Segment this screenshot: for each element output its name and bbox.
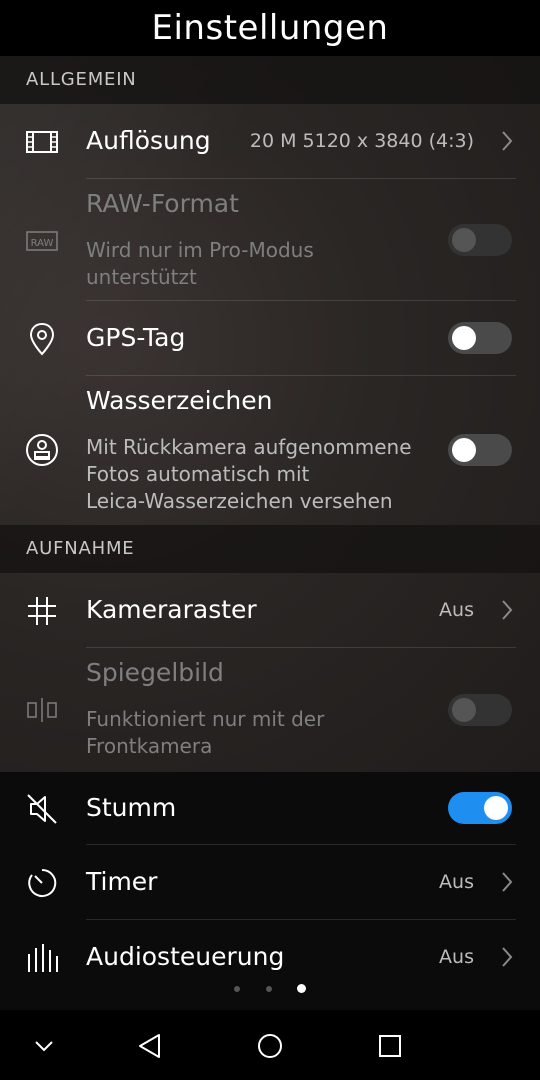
setting-description-line1: Funktioniert nur mit der — [86, 707, 325, 731]
resolution-frame-icon — [26, 131, 58, 153]
raw-toggle — [448, 224, 512, 256]
svg-text:RAW: RAW — [31, 238, 54, 249]
setting-description-line1: Wird nur im Pro-Modus — [86, 238, 314, 262]
setting-resolution[interactable]: Auflösung 20 M 5120 x 3840 (4:3) — [0, 104, 540, 179]
home-circle-icon[interactable] — [252, 1028, 288, 1064]
section-label: AUFNAHME — [26, 538, 135, 559]
setting-value: 20 M 5120 x 3840 (4:3) — [249, 130, 474, 152]
setting-label: Wasserzeichen — [86, 386, 273, 415]
system-navigation-bar — [0, 1010, 540, 1080]
setting-raw-format: RAW RAW-Format Wird nur im Pro-Modus unt… — [0, 179, 540, 301]
section-label: ALLGEMEIN — [26, 69, 137, 90]
audio-bars-icon — [28, 944, 58, 972]
back-triangle-icon[interactable] — [132, 1028, 168, 1064]
timer-icon — [28, 868, 57, 897]
chevron-right-icon — [502, 131, 513, 151]
toggle-knob — [484, 796, 508, 820]
setting-watermark[interactable]: Wasserzeichen Mit Rückkamera aufgenommen… — [0, 376, 540, 525]
setting-value: Aus — [439, 946, 474, 968]
setting-label: RAW-Format — [86, 189, 239, 218]
chevron-right-icon — [502, 947, 513, 967]
page-dot-active — [296, 984, 306, 993]
setting-label: Kameraraster — [86, 595, 257, 624]
mirror-toggle — [448, 694, 512, 726]
setting-timer[interactable]: Timer Aus — [0, 845, 540, 920]
setting-gps-tag[interactable]: GPS-Tag — [0, 301, 540, 376]
chevron-right-icon — [502, 600, 513, 620]
setting-description-line1: Mit Rückkamera aufgenommene — [86, 435, 412, 459]
setting-value: Aus — [439, 599, 474, 621]
setting-camera-grid[interactable]: Kameraraster Aus — [0, 573, 540, 648]
setting-mirror: Spiegelbild Funktioniert nur mit der Fro… — [0, 648, 540, 772]
watermark-toggle[interactable] — [448, 434, 512, 466]
grid-icon — [28, 597, 56, 625]
setting-description-line2: unterstützt — [86, 265, 197, 289]
toggle-knob — [452, 438, 476, 462]
setting-label: Stumm — [86, 793, 177, 822]
setting-label: Spiegelbild — [86, 658, 224, 687]
setting-label: GPS-Tag — [86, 323, 186, 352]
toggle-knob — [452, 228, 476, 252]
setting-label: Timer — [86, 867, 158, 896]
setting-mute[interactable]: Stumm — [0, 772, 540, 845]
page-dot — [265, 985, 272, 992]
raw-icon: RAW — [26, 231, 58, 251]
section-header-general: ALLGEMEIN — [0, 56, 540, 104]
stamp-icon — [26, 434, 58, 466]
mute-toggle[interactable] — [448, 792, 512, 824]
chevron-right-icon — [502, 872, 513, 892]
page-header: Einstellungen — [0, 0, 540, 56]
setting-description-line2: Fotos automatisch mit — [86, 462, 310, 486]
toggle-knob — [452, 326, 476, 350]
gps-toggle[interactable] — [448, 322, 512, 354]
setting-label: Auflösung — [86, 126, 211, 155]
section-header-capture: AUFNAHME — [0, 525, 540, 573]
setting-description-line3: Leica-Wasserzeichen versehen — [86, 489, 393, 513]
setting-label: Audiosteuerung — [86, 942, 285, 971]
mute-speaker-icon — [27, 794, 57, 824]
setting-description-line2: Frontkamera — [86, 734, 213, 758]
mirror-icon — [27, 698, 57, 722]
page-title: Einstellungen — [151, 8, 389, 48]
page-dot — [234, 985, 241, 992]
location-pin-icon — [29, 322, 55, 356]
page-indicator — [0, 978, 540, 993]
recents-square-icon[interactable] — [372, 1028, 408, 1064]
collapse-chevron-icon[interactable] — [26, 1028, 62, 1064]
setting-value: Aus — [439, 871, 474, 893]
toggle-knob — [452, 698, 476, 722]
